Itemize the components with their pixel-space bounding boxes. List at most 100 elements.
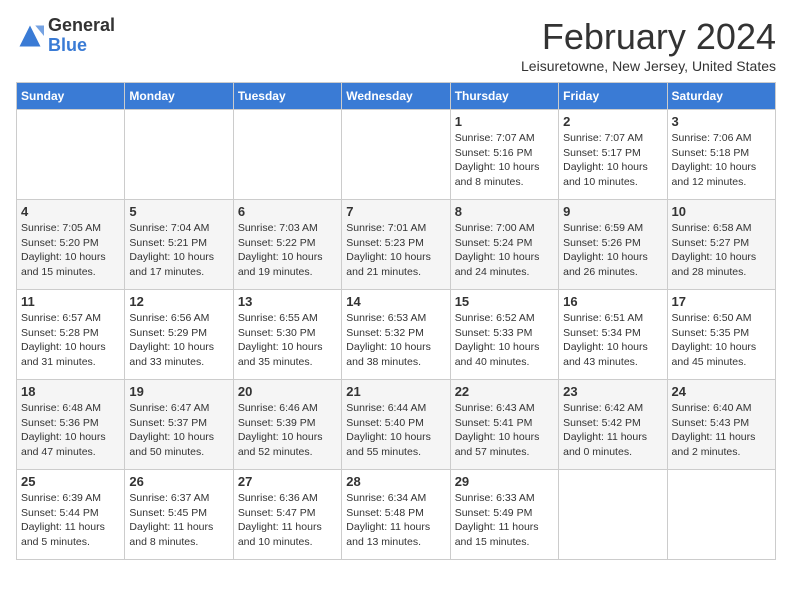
day-info: Sunrise: 6:55 AM Sunset: 5:30 PM Dayligh… xyxy=(238,311,337,370)
calendar-cell: 25 Sunrise: 6:39 AM Sunset: 5:44 PM Dayli… xyxy=(17,470,125,560)
day-info: Sunrise: 6:52 AM Sunset: 5:33 PM Dayligh… xyxy=(455,311,554,370)
calendar-cell: 9 Sunrise: 6:59 AM Sunset: 5:26 PM Daylig… xyxy=(559,200,667,290)
calendar-cell: 17 Sunrise: 6:50 AM Sunset: 5:35 PM Dayli… xyxy=(667,290,775,380)
day-info: Sunrise: 6:56 AM Sunset: 5:29 PM Dayligh… xyxy=(129,311,228,370)
calendar-week-row: 25 Sunrise: 6:39 AM Sunset: 5:44 PM Dayli… xyxy=(17,470,776,560)
calendar-cell: 23Sunrise: 6:42 AM Sunset: 5:42 PM Dayli… xyxy=(559,380,667,470)
calendar-cell xyxy=(667,470,775,560)
day-number: 18 xyxy=(21,384,120,399)
calendar-cell: 15 Sunrise: 6:52 AM Sunset: 5:33 PM Dayli… xyxy=(450,290,558,380)
logo-icon xyxy=(16,22,44,50)
day-of-week-header: Monday xyxy=(125,83,233,110)
calendar-cell: 20 Sunrise: 6:46 AM Sunset: 5:39 PM Dayli… xyxy=(233,380,341,470)
day-number: 24 xyxy=(672,384,771,399)
day-info: Sunrise: 6:51 AM Sunset: 5:34 PM Dayligh… xyxy=(563,311,662,370)
day-info: Sunrise: 6:34 AM Sunset: 5:48 PM Dayligh… xyxy=(346,491,445,550)
day-of-week-header: Saturday xyxy=(667,83,775,110)
day-info: Sunrise: 7:03 AM Sunset: 5:22 PM Dayligh… xyxy=(238,221,337,280)
day-info: Sunrise: 6:37 AM Sunset: 5:45 PM Dayligh… xyxy=(129,491,228,550)
calendar-cell: 1Sunrise: 7:07 AM Sunset: 5:16 PM Daylig… xyxy=(450,110,558,200)
day-of-week-header: Sunday xyxy=(17,83,125,110)
calendar-cell: 5Sunrise: 7:04 AM Sunset: 5:21 PM Daylig… xyxy=(125,200,233,290)
day-number: 4 xyxy=(21,204,120,219)
calendar-cell: 10Sunrise: 6:58 AM Sunset: 5:27 PM Dayli… xyxy=(667,200,775,290)
day-info: Sunrise: 6:50 AM Sunset: 5:35 PM Dayligh… xyxy=(672,311,771,370)
day-number: 3 xyxy=(672,114,771,129)
day-of-week-header: Thursday xyxy=(450,83,558,110)
day-number: 11 xyxy=(21,294,120,309)
day-number: 22 xyxy=(455,384,554,399)
day-info: Sunrise: 6:58 AM Sunset: 5:27 PM Dayligh… xyxy=(672,221,771,280)
calendar-week-row: 18 Sunrise: 6:48 AM Sunset: 5:36 PM Dayli… xyxy=(17,380,776,470)
calendar-cell xyxy=(125,110,233,200)
calendar-cell: 13 Sunrise: 6:55 AM Sunset: 5:30 PM Dayli… xyxy=(233,290,341,380)
day-info: Sunrise: 6:46 AM Sunset: 5:39 PM Dayligh… xyxy=(238,401,337,460)
day-info: Sunrise: 6:59 AM Sunset: 5:26 PM Dayligh… xyxy=(563,221,662,280)
day-info: Sunrise: 7:07 AM Sunset: 5:17 PM Dayligh… xyxy=(563,131,662,190)
calendar-cell xyxy=(342,110,450,200)
month-title: February 2024 xyxy=(521,16,776,58)
calendar-cell: 18 Sunrise: 6:48 AM Sunset: 5:36 PM Dayli… xyxy=(17,380,125,470)
day-info: Sunrise: 6:47 AM Sunset: 5:37 PM Dayligh… xyxy=(129,401,228,460)
day-number: 9 xyxy=(563,204,662,219)
logo: General Blue xyxy=(16,16,115,56)
day-info: Sunrise: 6:36 AM Sunset: 5:47 PM Dayligh… xyxy=(238,491,337,550)
calendar-week-row: 4Sunrise: 7:05 AM Sunset: 5:20 PM Daylig… xyxy=(17,200,776,290)
calendar-cell: 27 Sunrise: 6:36 AM Sunset: 5:47 PM Dayli… xyxy=(233,470,341,560)
day-number: 28 xyxy=(346,474,445,489)
calendar-header-row: SundayMondayTuesdayWednesdayThursdayFrid… xyxy=(17,83,776,110)
day-info: Sunrise: 6:53 AM Sunset: 5:32 PM Dayligh… xyxy=(346,311,445,370)
calendar-cell: 6 Sunrise: 7:03 AM Sunset: 5:22 PM Daylig… xyxy=(233,200,341,290)
calendar-cell: 4Sunrise: 7:05 AM Sunset: 5:20 PM Daylig… xyxy=(17,200,125,290)
day-number: 25 xyxy=(21,474,120,489)
day-number: 27 xyxy=(238,474,337,489)
calendar-cell xyxy=(559,470,667,560)
day-number: 14 xyxy=(346,294,445,309)
day-info: Sunrise: 6:39 AM Sunset: 5:44 PM Dayligh… xyxy=(21,491,120,550)
day-number: 6 xyxy=(238,204,337,219)
day-number: 17 xyxy=(672,294,771,309)
day-info: Sunrise: 6:48 AM Sunset: 5:36 PM Dayligh… xyxy=(21,401,120,460)
day-info: Sunrise: 6:44 AM Sunset: 5:40 PM Dayligh… xyxy=(346,401,445,460)
day-info: Sunrise: 7:06 AM Sunset: 5:18 PM Dayligh… xyxy=(672,131,771,190)
day-number: 5 xyxy=(129,204,228,219)
day-info: Sunrise: 6:42 AM Sunset: 5:42 PM Dayligh… xyxy=(563,401,662,460)
day-number: 2 xyxy=(563,114,662,129)
day-number: 1 xyxy=(455,114,554,129)
day-number: 21 xyxy=(346,384,445,399)
day-info: Sunrise: 6:43 AM Sunset: 5:41 PM Dayligh… xyxy=(455,401,554,460)
calendar-cell xyxy=(233,110,341,200)
day-number: 29 xyxy=(455,474,554,489)
day-number: 26 xyxy=(129,474,228,489)
day-info: Sunrise: 6:57 AM Sunset: 5:28 PM Dayligh… xyxy=(21,311,120,370)
calendar-cell: 7Sunrise: 7:01 AM Sunset: 5:23 PM Daylig… xyxy=(342,200,450,290)
calendar-cell: 16 Sunrise: 6:51 AM Sunset: 5:34 PM Dayli… xyxy=(559,290,667,380)
calendar-week-row: 11 Sunrise: 6:57 AM Sunset: 5:28 PM Dayli… xyxy=(17,290,776,380)
day-number: 19 xyxy=(129,384,228,399)
location-subtitle: Leisuretowne, New Jersey, United States xyxy=(521,58,776,74)
calendar-cell: 19 Sunrise: 6:47 AM Sunset: 5:37 PM Dayli… xyxy=(125,380,233,470)
logo-general-text: General xyxy=(48,15,115,35)
calendar-week-row: 1Sunrise: 7:07 AM Sunset: 5:16 PM Daylig… xyxy=(17,110,776,200)
calendar-cell: 29Sunrise: 6:33 AM Sunset: 5:49 PM Dayli… xyxy=(450,470,558,560)
calendar-cell: 3 Sunrise: 7:06 AM Sunset: 5:18 PM Daylig… xyxy=(667,110,775,200)
page-header: General Blue February 2024 Leisuretowne,… xyxy=(16,16,776,74)
calendar-cell: 24 Sunrise: 6:40 AM Sunset: 5:43 PM Dayli… xyxy=(667,380,775,470)
calendar-cell: 8Sunrise: 7:00 AM Sunset: 5:24 PM Daylig… xyxy=(450,200,558,290)
title-block: February 2024 Leisuretowne, New Jersey, … xyxy=(521,16,776,74)
day-info: Sunrise: 7:00 AM Sunset: 5:24 PM Dayligh… xyxy=(455,221,554,280)
day-number: 20 xyxy=(238,384,337,399)
calendar-cell: 14 Sunrise: 6:53 AM Sunset: 5:32 PM Dayli… xyxy=(342,290,450,380)
day-number: 15 xyxy=(455,294,554,309)
calendar-cell xyxy=(17,110,125,200)
day-number: 16 xyxy=(563,294,662,309)
calendar-cell: 28 Sunrise: 6:34 AM Sunset: 5:48 PM Dayli… xyxy=(342,470,450,560)
day-info: Sunrise: 6:40 AM Sunset: 5:43 PM Dayligh… xyxy=(672,401,771,460)
logo-blue-text: Blue xyxy=(48,35,87,55)
calendar-cell: 22 Sunrise: 6:43 AM Sunset: 5:41 PM Dayli… xyxy=(450,380,558,470)
day-number: 12 xyxy=(129,294,228,309)
day-number: 13 xyxy=(238,294,337,309)
day-info: Sunrise: 7:01 AM Sunset: 5:23 PM Dayligh… xyxy=(346,221,445,280)
day-of-week-header: Tuesday xyxy=(233,83,341,110)
calendar-cell: 26 Sunrise: 6:37 AM Sunset: 5:45 PM Dayli… xyxy=(125,470,233,560)
